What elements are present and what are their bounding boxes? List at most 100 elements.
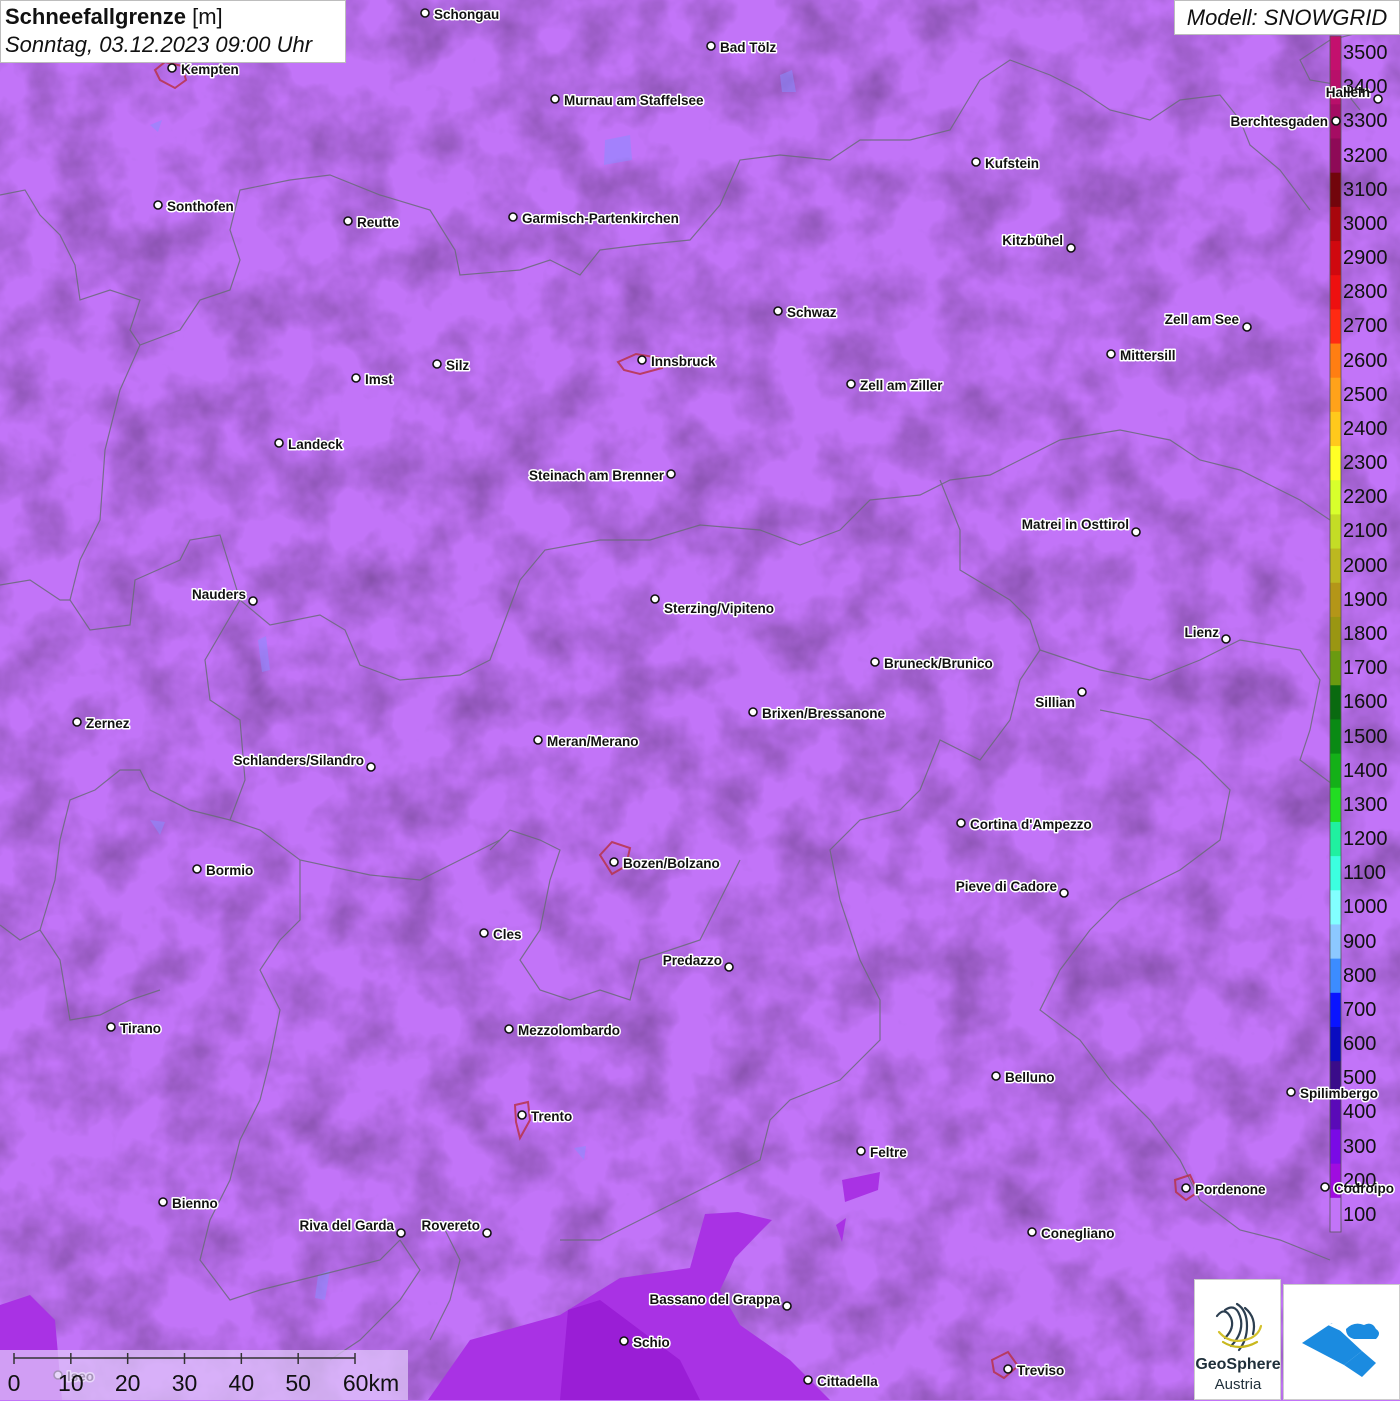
city-label: Lienz bbox=[1184, 625, 1219, 640]
city-dot bbox=[517, 1110, 527, 1120]
city-dot bbox=[351, 373, 361, 383]
city-label: Sterzing/Vipiteno bbox=[664, 601, 774, 616]
city-dot bbox=[479, 928, 489, 938]
city-berchtesgaden: Berchtesgaden bbox=[1229, 113, 1341, 131]
legend-label-200: 200 bbox=[1343, 1169, 1377, 1192]
city-label: Cortina d'Ampezzo bbox=[970, 817, 1092, 832]
city-dot bbox=[619, 1336, 629, 1346]
map-title: Schneefallgrenze [m] bbox=[5, 3, 345, 31]
city-dot bbox=[550, 94, 560, 104]
city-label: Innsbruck bbox=[651, 354, 716, 369]
legend-label-1800: 1800 bbox=[1343, 623, 1388, 645]
city-dot bbox=[773, 306, 783, 316]
legend-label-500: 500 bbox=[1343, 1067, 1377, 1090]
city-dot bbox=[1077, 687, 1087, 697]
city-dot bbox=[956, 818, 966, 828]
city-dot bbox=[724, 962, 734, 972]
legend-swatch-2600 bbox=[1330, 343, 1341, 379]
city-dot bbox=[420, 8, 430, 18]
legend-swatch-300 bbox=[1330, 1129, 1341, 1165]
legend-label-2200: 2200 bbox=[1343, 486, 1388, 509]
legend-label-3400: 3400 bbox=[1343, 76, 1388, 99]
legend-label-300: 300 bbox=[1343, 1135, 1377, 1158]
legend-label-100: 100 bbox=[1343, 1203, 1377, 1226]
legend-swatch-1800 bbox=[1330, 616, 1341, 652]
geosphere-name: GeoSphere bbox=[1195, 1356, 1281, 1373]
city-label: Brixen/Bressanone bbox=[762, 706, 886, 721]
city-bozen-bolzano: Bozen/Bolzano bbox=[609, 855, 721, 873]
city-dot bbox=[1331, 116, 1341, 126]
city-dot bbox=[274, 438, 284, 448]
city-label: Rovereto bbox=[421, 1218, 480, 1233]
legend-label-2100: 2100 bbox=[1343, 520, 1388, 543]
mountain-logo-icon bbox=[1302, 1321, 1379, 1377]
city-label: Berchtesgaden bbox=[1230, 114, 1328, 129]
scale-label: 60km bbox=[342, 1370, 400, 1396]
scale-bar: 0 10 20 30 40 50 60km bbox=[0, 1350, 408, 1400]
legend-label-2000: 2000 bbox=[1343, 554, 1388, 577]
city-zell-am-ziller: Zell am Ziller bbox=[846, 377, 945, 395]
city-dot bbox=[1286, 1087, 1296, 1097]
scale-label: 0 bbox=[7, 1370, 21, 1396]
city-dot bbox=[366, 762, 376, 772]
legend-swatch-1600 bbox=[1330, 685, 1341, 720]
legend-swatch-3200 bbox=[1330, 138, 1341, 174]
city-label: Trento bbox=[531, 1109, 572, 1124]
city-label: Pordenone bbox=[1195, 1182, 1266, 1197]
city-label: Riva del Garda bbox=[299, 1218, 394, 1233]
legend-swatch-3100 bbox=[1330, 172, 1341, 208]
legend-swatch-1500 bbox=[1330, 719, 1341, 755]
legend-swatch-1700 bbox=[1330, 651, 1341, 686]
legend-label-1900: 1900 bbox=[1343, 588, 1388, 611]
city-dot bbox=[432, 359, 442, 369]
partner-logo bbox=[1283, 1284, 1400, 1400]
city-label: Landeck bbox=[288, 437, 343, 452]
scale-label: 10 bbox=[58, 1370, 84, 1396]
city-label: Murnau am Staffelsee bbox=[564, 93, 704, 108]
city-label: Kitzbühel bbox=[1002, 233, 1063, 248]
legend-swatch-2500 bbox=[1330, 377, 1341, 413]
city-dot bbox=[637, 355, 647, 365]
city-mezzolombardo: Mezzolombardo bbox=[504, 1022, 622, 1040]
city-label: Pieve di Cadore bbox=[956, 879, 1058, 894]
legend-swatch-3000 bbox=[1330, 206, 1341, 242]
city-steinach-am-brenner: Steinach am Brenner bbox=[527, 467, 676, 485]
city-label: Sonthofen bbox=[167, 199, 234, 214]
city-label: Mezzolombardo bbox=[518, 1023, 620, 1038]
city-dot bbox=[803, 1375, 813, 1385]
legend-swatch-900 bbox=[1330, 924, 1341, 960]
city-conegliano: Conegliano bbox=[1027, 1225, 1116, 1243]
city-dot bbox=[1131, 527, 1141, 537]
city-label: Bad Tölz bbox=[720, 40, 776, 55]
city-dot bbox=[706, 41, 716, 51]
city-label: Zernez bbox=[86, 716, 130, 731]
city-dot bbox=[482, 1228, 492, 1238]
legend-label-1400: 1400 bbox=[1343, 759, 1388, 782]
legend-label-800: 800 bbox=[1343, 964, 1377, 987]
city-label: Bassano del Grappa bbox=[649, 1292, 780, 1307]
city-dot bbox=[1221, 634, 1231, 644]
legend-label-3500: 3500 bbox=[1343, 42, 1388, 65]
city-dot bbox=[153, 200, 163, 210]
legend-swatch-2000 bbox=[1330, 548, 1341, 584]
legend-swatch-1000 bbox=[1330, 890, 1341, 925]
city-garmisch-partenkirchen: Garmisch-Partenkirchen bbox=[508, 210, 680, 228]
city-label: Tirano bbox=[120, 1021, 161, 1036]
city-dot bbox=[533, 735, 543, 745]
city-dot bbox=[971, 157, 981, 167]
city-label: Belluno bbox=[1005, 1070, 1055, 1085]
city-murnau-am-staffelsee: Murnau am Staffelsee bbox=[550, 92, 706, 110]
city-dot bbox=[1242, 322, 1252, 332]
legend-swatch-2400 bbox=[1330, 411, 1341, 447]
map-canvas[interactable]: Schongau Bad Tölz Kempten Murnau am Staffel… bbox=[0, 0, 1400, 1400]
city-dot bbox=[158, 1197, 168, 1207]
city-dot bbox=[1320, 1182, 1330, 1192]
city-bruneck-brunico: Bruneck/Brunico bbox=[870, 655, 994, 673]
legend-swatch-1100 bbox=[1330, 856, 1341, 891]
map-title-main: Schneefallgrenze bbox=[5, 4, 186, 29]
city-label: Sillian bbox=[1035, 695, 1075, 710]
legend-swatch-600 bbox=[1330, 1026, 1341, 1062]
city-dot bbox=[1059, 888, 1069, 898]
city-dot bbox=[192, 864, 202, 874]
legend-label-1200: 1200 bbox=[1343, 828, 1388, 851]
